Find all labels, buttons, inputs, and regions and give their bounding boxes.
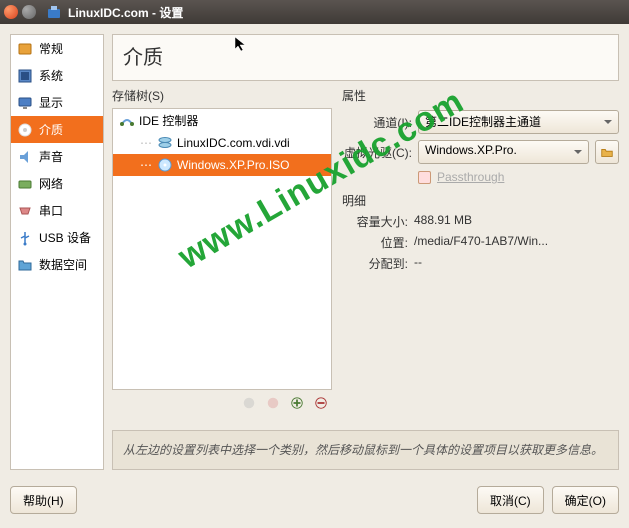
sidebar-item-label: 串口 bbox=[39, 202, 63, 219]
network-icon bbox=[17, 176, 33, 192]
remove-attachment-icon[interactable] bbox=[312, 394, 330, 412]
storage-tree[interactable]: IDE 控制器 ⋯ LinuxIDC.com.vdi.vdi ⋯ Windows… bbox=[112, 108, 332, 390]
sidebar-item-general[interactable]: 常规 bbox=[11, 35, 103, 62]
hdd-icon bbox=[157, 135, 173, 151]
general-icon bbox=[17, 41, 33, 57]
passthrough-checkbox[interactable] bbox=[418, 171, 431, 184]
window-title: LinuxIDC.com - 设置 bbox=[68, 4, 183, 21]
tree-controller[interactable]: IDE 控制器 bbox=[113, 109, 331, 132]
browse-media-button[interactable] bbox=[595, 140, 619, 164]
sidebar-item-display[interactable]: 显示 bbox=[11, 89, 103, 116]
tree-item-iso[interactable]: ⋯ Windows.XP.Pro.ISO bbox=[113, 154, 331, 176]
sidebar-item-label: 常规 bbox=[39, 40, 63, 57]
passthrough-label: Passthrough bbox=[437, 170, 504, 184]
attached-label: 分配到: bbox=[342, 255, 408, 272]
app-icon bbox=[46, 4, 62, 20]
drive-label: 虚拟光驱(C): bbox=[342, 144, 412, 161]
sidebar-item-system[interactable]: 系统 bbox=[11, 62, 103, 89]
sidebar-item-label: 网络 bbox=[39, 175, 63, 192]
controller-icon bbox=[119, 113, 135, 129]
size-label: 容量大小: bbox=[342, 213, 408, 230]
sidebar-item-label: 介质 bbox=[39, 121, 63, 138]
titlebar: LinuxIDC.com - 设置 bbox=[0, 0, 629, 24]
sidebar-item-storage[interactable]: 介质 bbox=[11, 116, 103, 143]
attributes-label: 属性 bbox=[342, 87, 619, 104]
remove-controller-icon bbox=[264, 394, 282, 412]
sidebar-item-audio[interactable]: 声音 bbox=[11, 143, 103, 170]
dialog-footer: 帮助(H) 取消(C) 确定(O) bbox=[0, 480, 629, 520]
sidebar-item-usb[interactable]: USB 设备 bbox=[11, 224, 103, 251]
settings-sidebar: 常规 系统 显示 介质 声音 网络 串口 USB 设备 bbox=[10, 34, 104, 470]
storage-tree-label: 存储树(S) bbox=[112, 87, 332, 104]
tree-toolbar bbox=[112, 390, 332, 416]
minimize-icon[interactable] bbox=[22, 5, 36, 19]
tree-branch-icon: ⋯ bbox=[139, 158, 153, 172]
hint-box: 从左边的设置列表中选择一个类别，然后移动鼠标到一个具体的设置项目以获取更多信息。 bbox=[112, 430, 619, 470]
add-controller-icon bbox=[240, 394, 258, 412]
sidebar-item-label: 系统 bbox=[39, 67, 63, 84]
page-title: 介质 bbox=[112, 34, 619, 81]
channel-label: 通道(I): bbox=[342, 114, 412, 131]
close-icon[interactable] bbox=[4, 5, 18, 19]
tree-controller-label: IDE 控制器 bbox=[139, 112, 198, 129]
sidebar-item-shared-folders[interactable]: 数据空间 bbox=[11, 251, 103, 278]
sidebar-item-label: 数据空间 bbox=[39, 256, 87, 273]
sidebar-item-label: 显示 bbox=[39, 94, 63, 111]
tree-item-label: Windows.XP.Pro.ISO bbox=[177, 158, 290, 172]
storage-icon bbox=[17, 122, 33, 138]
add-attachment-icon[interactable] bbox=[288, 394, 306, 412]
sidebar-item-serial[interactable]: 串口 bbox=[11, 197, 103, 224]
channel-select[interactable]: 第二IDE控制器主通道 bbox=[418, 110, 619, 134]
sidebar-item-network[interactable]: 网络 bbox=[11, 170, 103, 197]
details-heading: 明细 bbox=[342, 192, 619, 209]
display-icon bbox=[17, 95, 33, 111]
size-value: 488.91 MB bbox=[414, 213, 619, 230]
audio-icon bbox=[17, 149, 33, 165]
sidebar-item-label: USB 设备 bbox=[39, 229, 91, 246]
location-label: 位置: bbox=[342, 234, 408, 251]
folder-icon bbox=[17, 257, 33, 273]
serial-icon bbox=[17, 203, 33, 219]
drive-select[interactable]: Windows.XP.Pro. bbox=[418, 140, 589, 164]
system-icon bbox=[17, 68, 33, 84]
attached-value: -- bbox=[414, 255, 619, 272]
disc-icon bbox=[157, 157, 173, 173]
location-value: /media/F470-1AB7/Win... bbox=[414, 234, 619, 251]
usb-icon bbox=[17, 230, 33, 246]
sidebar-item-label: 声音 bbox=[39, 148, 63, 165]
tree-item-vdi[interactable]: ⋯ LinuxIDC.com.vdi.vdi bbox=[113, 132, 331, 154]
help-button[interactable]: 帮助(H) bbox=[10, 486, 77, 514]
ok-button[interactable]: 确定(O) bbox=[552, 486, 619, 514]
tree-item-label: LinuxIDC.com.vdi.vdi bbox=[177, 136, 290, 150]
tree-branch-icon: ⋯ bbox=[139, 136, 153, 150]
cancel-button[interactable]: 取消(C) bbox=[477, 486, 544, 514]
